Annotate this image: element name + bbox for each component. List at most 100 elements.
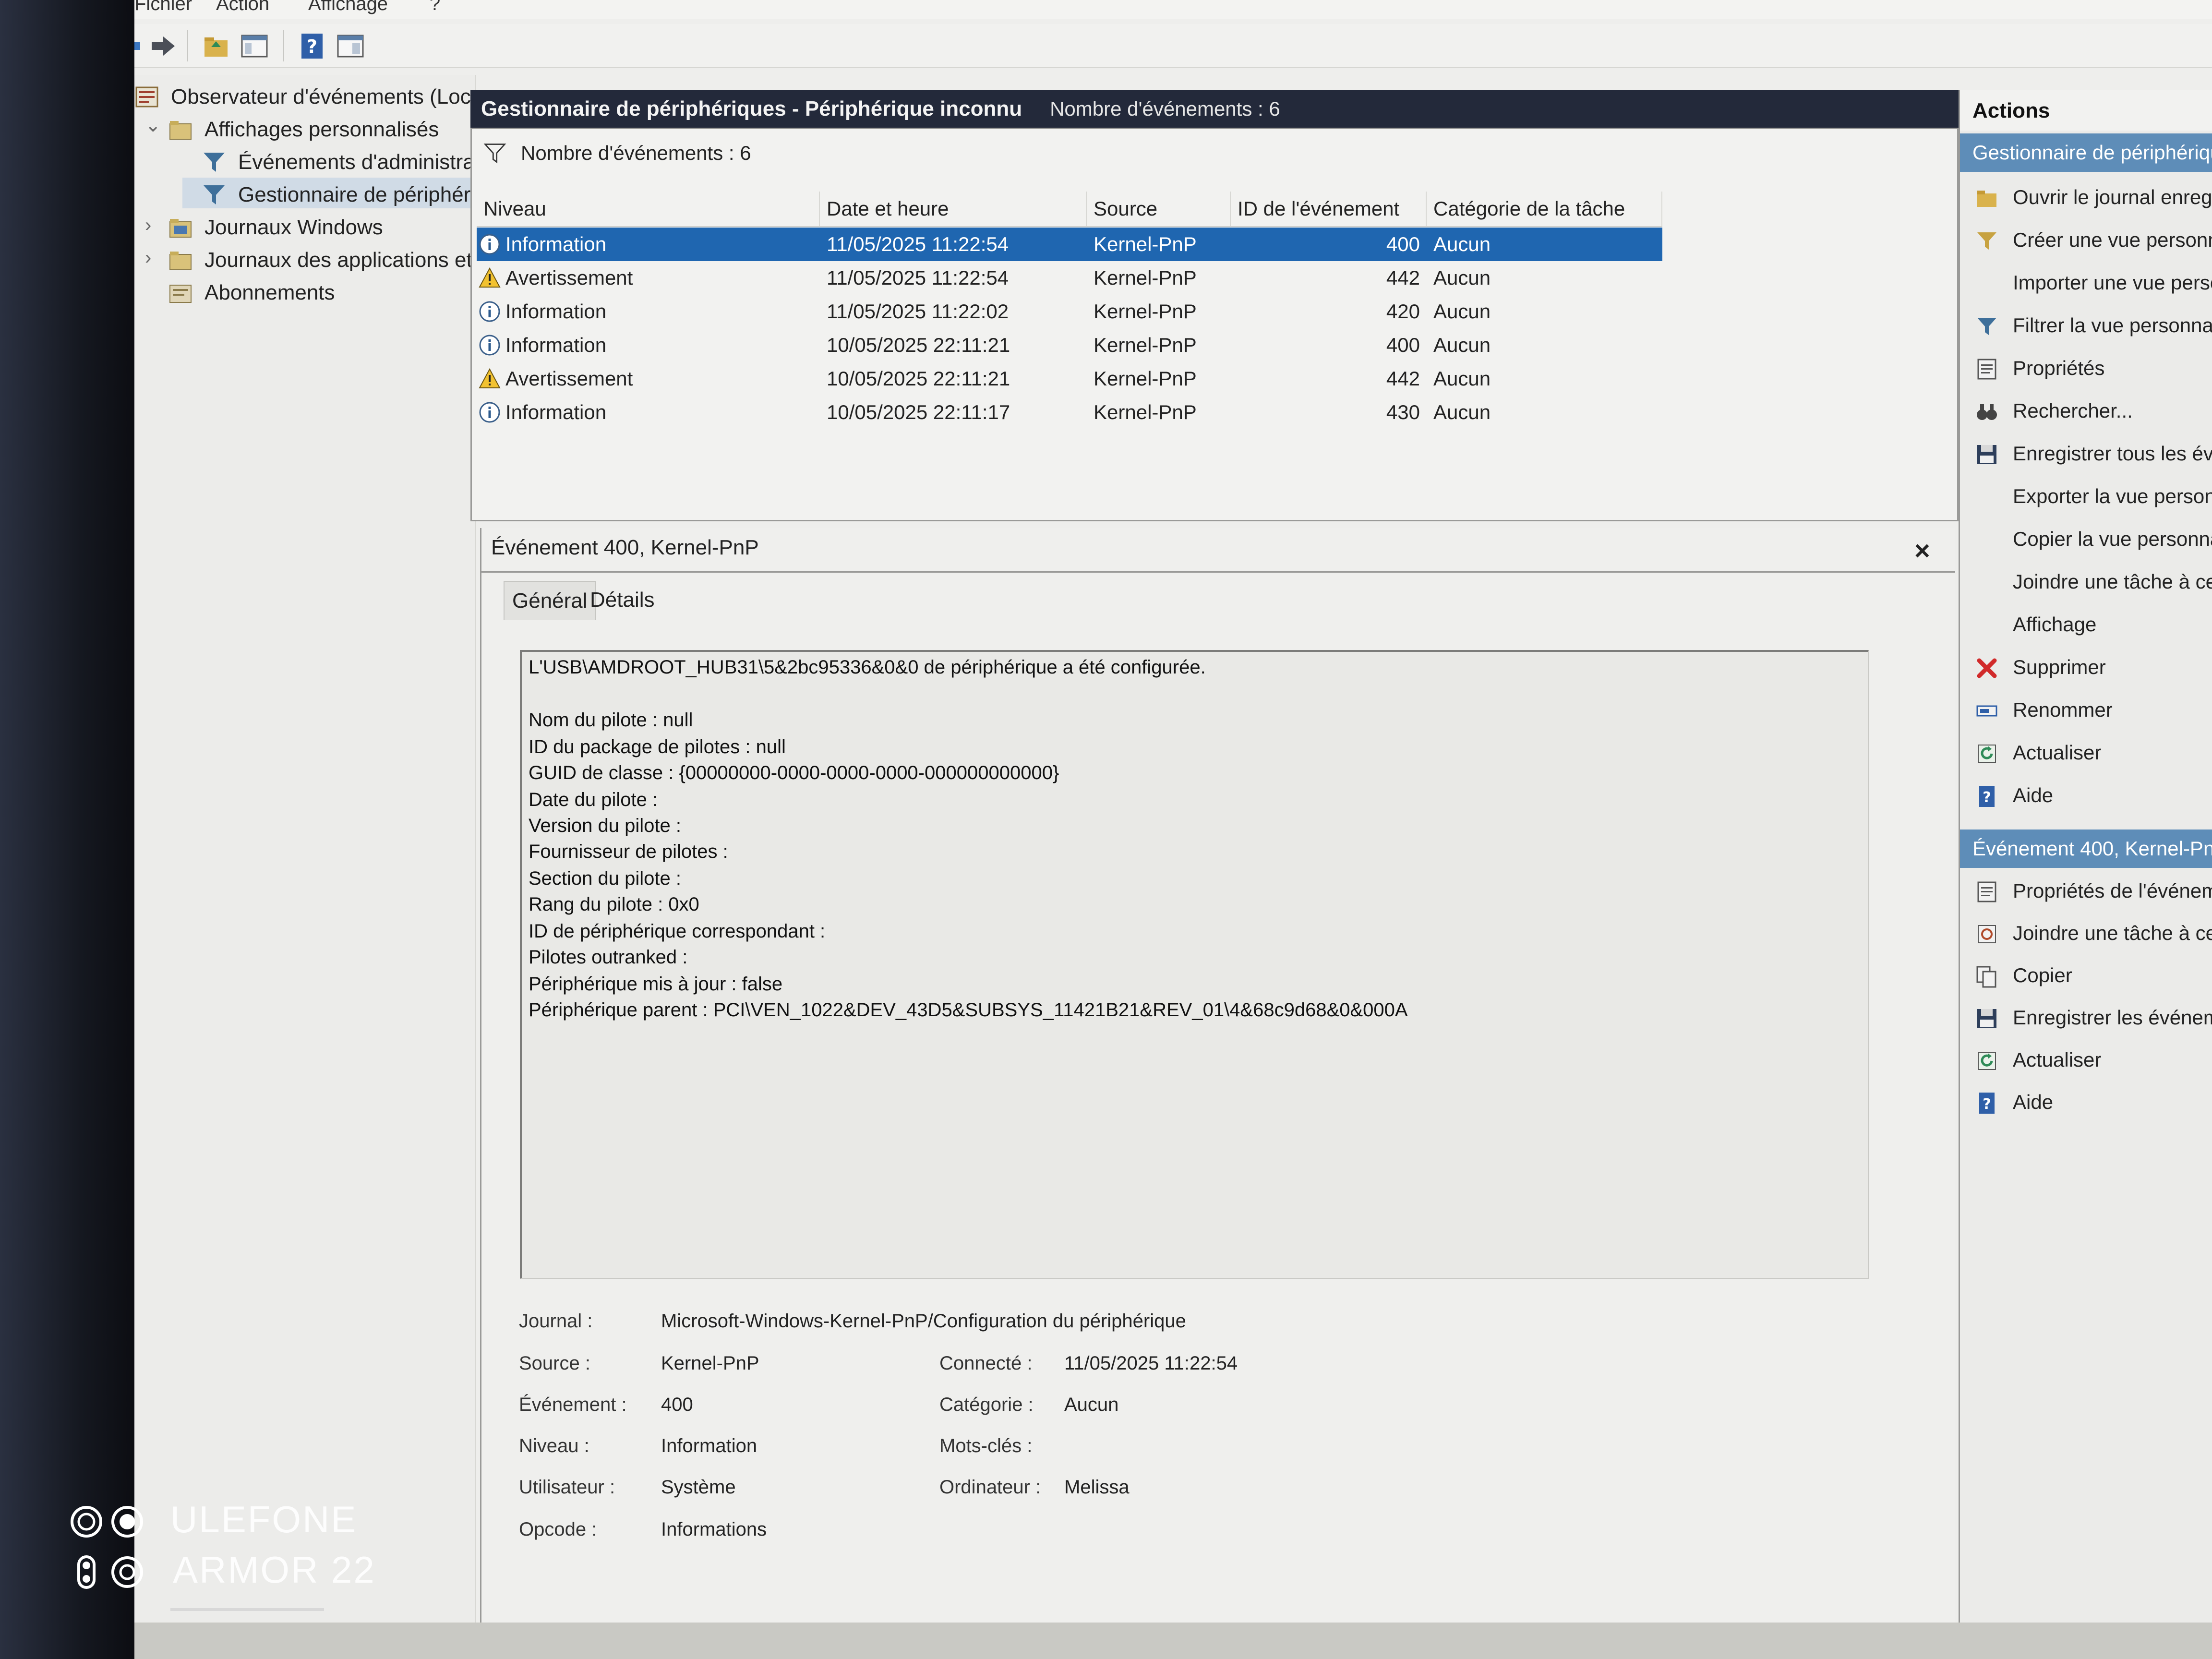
table-row[interactable]: Avertissement 11/05/2025 11:22:54 Kernel-P… xyxy=(477,261,1662,295)
action-item[interactable]: Filtrer la vue personnalisée... xyxy=(1960,307,2212,346)
action-item[interactable]: Affichage xyxy=(1960,606,2212,645)
watermark-model: ARMOR 22 xyxy=(173,1549,376,1591)
menubar: Fichier Action Affichage ? xyxy=(134,0,2212,19)
create-view-icon xyxy=(1977,232,1996,250)
event-datetime: 10/05/2025 22:11:21 xyxy=(827,334,1010,356)
action-item[interactable]: Ouvrir le journal enregistré... xyxy=(1960,179,2212,217)
tab-details[interactable]: Détails xyxy=(582,581,662,619)
event-id: 442 xyxy=(1386,266,1420,289)
action-item[interactable]: Créer une vue personnalisée... xyxy=(1960,222,2212,260)
action-label: Actualiser xyxy=(2013,741,2102,764)
action-item[interactable]: Joindre une tâche à cet événement... xyxy=(1960,915,2212,953)
action-label: Propriétés xyxy=(2013,357,2105,379)
table-row[interactable]: Avertissement 10/05/2025 22:11:21 Kernel-P… xyxy=(477,362,1662,396)
chevron-right-icon[interactable]: › xyxy=(145,248,159,267)
actions-section-label: Gestionnaire de périphériques xyxy=(1972,141,2212,164)
tree-item-device-manager[interactable]: Gestionnaire de périphériques xyxy=(187,180,475,209)
column-header-date[interactable]: Date et heure xyxy=(820,192,1087,226)
tree-label: Observateur d'événements (Local) xyxy=(171,85,470,108)
column-header-category[interactable]: Catégorie de la tâche xyxy=(1427,192,1662,226)
meta-categorie-label: Catégorie : xyxy=(939,1394,1034,1415)
action-item[interactable]: Supprimer xyxy=(1960,649,2212,687)
actions-section-label: Événement 400, Kernel-PnP xyxy=(1972,837,2212,860)
camera-lens-icon xyxy=(71,1506,143,1538)
action-item[interactable]: Copier xyxy=(1960,957,2212,996)
tree-item-windows-logs[interactable]: Journaux Windows xyxy=(168,213,470,242)
event-category: Aucun xyxy=(1433,334,1491,356)
action-item[interactable]: Enregistrer les événements sélectionnés.… xyxy=(1960,999,2212,1038)
event-level: Information xyxy=(505,233,607,255)
action-pane-icon[interactable] xyxy=(336,32,365,60)
help-icon: ? xyxy=(1979,786,1995,807)
message-line: GUID de classe : {00000000-0000-0000-000… xyxy=(529,762,1059,783)
event-source: Kernel-PnP xyxy=(1094,300,1197,323)
table-row[interactable]: Information 11/05/2025 11:22:02 Kernel-PnP… xyxy=(477,295,1662,328)
message-line: Périphérique parent : PCI\VEN_1022&DEV_4… xyxy=(529,999,1408,1021)
filter-bar: Nombre d'événements : 6 xyxy=(472,129,1957,177)
console-tree-icon[interactable] xyxy=(240,32,269,60)
action-label: Créer une vue personnalisée... xyxy=(2013,228,2212,251)
tree-item-app-logs[interactable]: Journaux des applications et xyxy=(168,246,470,275)
table-row[interactable]: Information 10/05/2025 22:11:17 Kernel-PnP… xyxy=(477,396,1662,429)
action-item[interactable]: Rechercher... xyxy=(1960,393,2212,431)
message-line: ID de périphérique correspondant : xyxy=(529,921,826,942)
event-level: Avertissement xyxy=(505,266,633,289)
column-header-event-id[interactable]: ID de l'événement xyxy=(1231,192,1427,226)
event-viewer-window: Fichier Action Affichage ? ? Observateur… xyxy=(134,0,2212,1623)
action-item[interactable]: Importer une vue personnalisée... xyxy=(1960,264,2212,303)
meta-motscles-label: Mots-clés : xyxy=(939,1435,1033,1456)
attach-task-icon xyxy=(1978,925,1996,943)
log-title: Gestionnaire de périphériques - Périphér… xyxy=(481,97,1022,120)
tree-item-custom-views[interactable]: Affichages personnalisés xyxy=(168,115,470,144)
chevron-down-icon[interactable]: ⌄ xyxy=(145,116,161,135)
event-message-box[interactable]: L'USB\AMDROOT_HUB31\5&2bc95336&0&0 de pé… xyxy=(520,650,1869,1279)
close-icon[interactable]: × xyxy=(1914,535,1930,566)
help-icon[interactable]: ? xyxy=(298,32,326,60)
action-item[interactable]: Propriétés de l'événement xyxy=(1960,873,2212,911)
menu-fichier[interactable]: Fichier xyxy=(134,0,192,15)
menu-action[interactable]: Action xyxy=(216,0,269,15)
actions-title-bar: Actions xyxy=(1960,90,2212,131)
action-item[interactable]: Enregistrer tous les événements... xyxy=(1960,435,2212,474)
column-header-niveau[interactable]: Niveau xyxy=(477,192,820,226)
action-item[interactable]: ? Aide xyxy=(1960,777,2212,816)
action-item[interactable]: Renommer xyxy=(1960,692,2212,730)
actions-section-event[interactable]: Événement 400, Kernel-PnP xyxy=(1960,830,2212,868)
meta-ordinateur-value: Melissa xyxy=(1064,1477,1130,1498)
action-label: Aide xyxy=(2013,784,2054,806)
folder-up-icon[interactable] xyxy=(202,32,230,60)
action-item[interactable]: Copier la vue personnalisée... xyxy=(1960,521,2212,559)
event-id: 400 xyxy=(1386,233,1420,255)
meta-journal-label: Journal : xyxy=(519,1310,593,1332)
table-row[interactable]: Information 10/05/2025 22:11:21 Kernel-PnP… xyxy=(477,328,1662,362)
actions-section-device-manager[interactable]: Gestionnaire de périphériques xyxy=(1960,133,2212,172)
event-category: Aucun xyxy=(1433,266,1491,289)
event-datetime: 11/05/2025 11:22:54 xyxy=(827,233,1009,255)
event-category: Aucun xyxy=(1433,300,1491,323)
actions-pane: Actions Gestionnaire de périphériques Ou… xyxy=(1959,90,2212,1623)
message-line: ID du package de pilotes : null xyxy=(529,736,786,757)
action-item[interactable]: Exporter la vue personnalisée... xyxy=(1960,478,2212,517)
tree-label: Gestionnaire de périphériques xyxy=(238,183,475,206)
action-item[interactable]: ? Aide xyxy=(1960,1084,2212,1122)
meta-source-label: Source : xyxy=(519,1353,590,1374)
tree-item-admin-events[interactable]: Événements d'administration xyxy=(202,148,470,177)
meta-categorie-value: Aucun xyxy=(1064,1394,1119,1415)
meta-source-value: Kernel-PnP xyxy=(661,1353,759,1374)
action-item[interactable]: Joindre une tâche à cette vue... xyxy=(1960,564,2212,602)
open-log-icon xyxy=(1977,191,1996,207)
forward-arrow-icon[interactable] xyxy=(149,32,178,60)
tree-item-subscriptions[interactable]: Abonnements xyxy=(168,278,470,307)
event-id: 442 xyxy=(1386,367,1420,390)
menu-help[interactable]: ? xyxy=(430,0,440,15)
event-source: Kernel-PnP xyxy=(1094,367,1197,390)
back-arrow-icon[interactable] xyxy=(134,32,143,60)
column-header-source[interactable]: Source xyxy=(1087,192,1231,226)
action-item[interactable]: Propriétés xyxy=(1960,350,2212,388)
action-item[interactable]: Actualiser xyxy=(1960,734,2212,773)
table-row[interactable]: Information 11/05/2025 11:22:54 Kernel-PnP… xyxy=(477,228,1662,261)
tree-item-event-viewer-root[interactable]: Observateur d'événements (Local) xyxy=(134,83,470,111)
chevron-right-icon[interactable]: › xyxy=(145,216,159,235)
menu-affichage[interactable]: Affichage xyxy=(308,0,388,15)
action-item[interactable]: Actualiser xyxy=(1960,1042,2212,1080)
